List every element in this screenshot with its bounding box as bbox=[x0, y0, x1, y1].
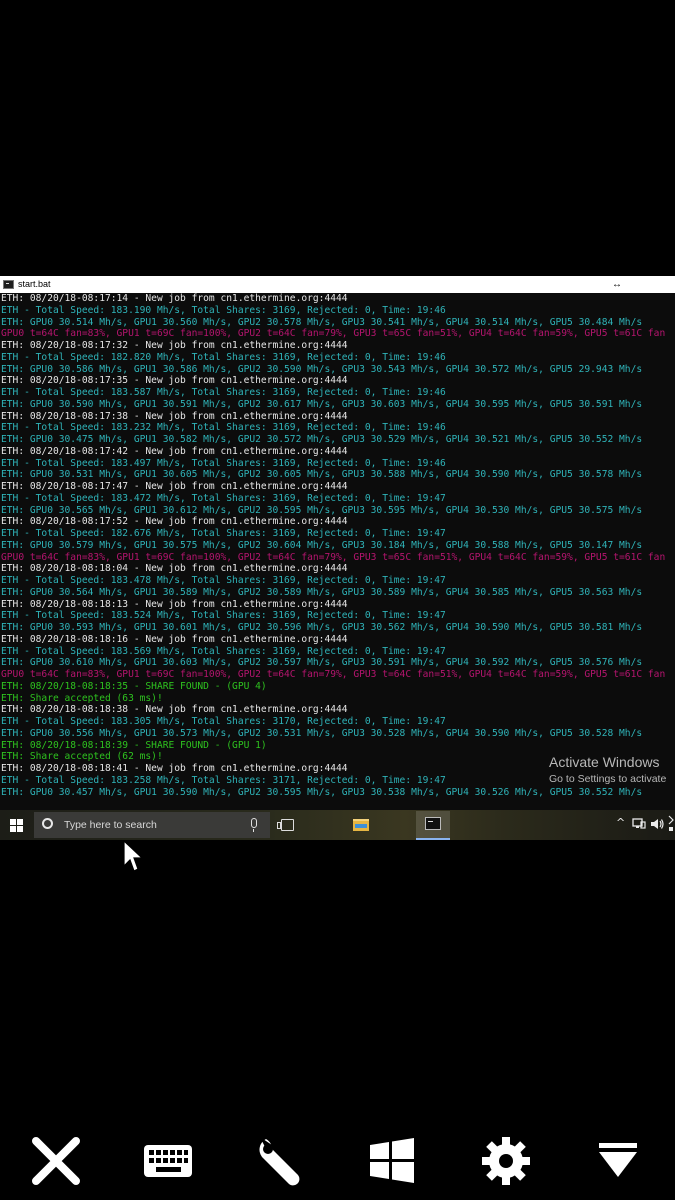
console-line: ETH - Total Speed: 183.569 Mh/s, Total S… bbox=[1, 645, 446, 657]
console-line: ETH: 08/20/18-08:17:38 - New job from cn… bbox=[1, 410, 348, 422]
search-box[interactable]: Type here to search bbox=[34, 812, 270, 838]
console-line: ETH: GPU0 30.593 Mh/s, GPU1 30.601 Mh/s,… bbox=[1, 622, 643, 633]
start-button[interactable] bbox=[10, 819, 23, 832]
volume-icon[interactable] bbox=[650, 818, 664, 830]
keyboard-icon[interactable] bbox=[140, 1133, 196, 1189]
console-line: ETH: GPU0 30.586 Mh/s, GPU1 30.586 Mh/s,… bbox=[1, 363, 643, 375]
console-line: ETH - Total Speed: 182.676 Mh/s, Total S… bbox=[1, 528, 446, 539]
microphone-icon[interactable] bbox=[251, 818, 257, 832]
console-line: GPU0 t=64C fan=83%, GPU1 t=69C fan=100%,… bbox=[1, 669, 666, 680]
windows-logo-icon bbox=[10, 819, 16, 825]
console-line: ETH: 08/20/18-08:18:16 - New job from cn… bbox=[1, 633, 348, 645]
console-line: ETH - Total Speed: 183.587 Mh/s, Total S… bbox=[1, 387, 446, 398]
window-title: start.bat bbox=[18, 279, 51, 289]
console-line: ETH: GPU0 30.457 Mh/s, GPU1 30.590 Mh/s,… bbox=[1, 786, 643, 798]
network-icon[interactable] bbox=[632, 818, 646, 830]
resize-icon: ↔ bbox=[612, 279, 622, 290]
file-explorer-button[interactable] bbox=[346, 812, 376, 840]
cmd-icon bbox=[3, 280, 14, 289]
watermark-title: Activate Windows bbox=[549, 754, 660, 770]
console-line: ETH: 08/20/18-08:18:04 - New job from cn… bbox=[1, 563, 348, 575]
cmd-taskbar-button[interactable] bbox=[416, 811, 450, 840]
console-line: ETH: 08/20/18-08:18:13 - New job from cn… bbox=[1, 598, 348, 610]
windows-logo-pane bbox=[10, 826, 16, 832]
console-line: ETH - Total Speed: 183.190 Mh/s, Total S… bbox=[1, 304, 446, 316]
wrench-icon[interactable] bbox=[252, 1133, 308, 1189]
console-line: ETH: 08/20/18-08:17:52 - New job from cn… bbox=[1, 516, 348, 528]
windows-icon[interactable] bbox=[364, 1133, 420, 1189]
cortana-icon bbox=[42, 818, 53, 829]
console-line: ETH: GPU0 30.610 Mh/s, GPU1 30.603 Mh/s,… bbox=[1, 657, 643, 669]
console-line: ETH: 08/20/18-08:17:42 - New job from cn… bbox=[1, 445, 348, 457]
search-placeholder: Type here to search bbox=[64, 819, 157, 831]
console-line: ETH: 08/20/18-08:17:47 - New job from cn… bbox=[1, 481, 348, 492]
console-line: ETH - Total Speed: 183.472 Mh/s, Total S… bbox=[1, 492, 446, 504]
taskbar: Type here to search ^ bbox=[0, 810, 675, 840]
console-line: ETH: GPU0 30.590 Mh/s, GPU1 30.591 Mh/s,… bbox=[1, 398, 643, 410]
console-line: ETH - Total Speed: 183.524 Mh/s, Total S… bbox=[1, 610, 446, 622]
folder-icon bbox=[353, 819, 369, 831]
console-line: ETH: 08/20/18-08:17:35 - New job from cn… bbox=[1, 375, 348, 387]
remote-toolbar bbox=[0, 1125, 675, 1195]
console-line: GPU0 t=64C fan=83%, GPU1 t=69C fan=100%,… bbox=[1, 551, 666, 563]
dropdown-icon[interactable] bbox=[590, 1133, 646, 1189]
watermark-subtitle: Go to Settings to activate bbox=[549, 773, 667, 785]
mouse-cursor-icon bbox=[123, 840, 144, 872]
close-icon[interactable] bbox=[28, 1133, 84, 1189]
console-line: ETH: 08/20/18-08:18:39 - SHARE FOUND - (… bbox=[1, 739, 267, 751]
console-line: ETH - Total Speed: 183.232 Mh/s, Total S… bbox=[1, 422, 446, 434]
gear-icon[interactable] bbox=[478, 1133, 534, 1189]
console-line: ETH: 08/20/18-08:17:32 - New job from cn… bbox=[1, 340, 348, 351]
console-output: ETH: 08/20/18-08:17:14 - New job from cn… bbox=[0, 293, 675, 810]
console-line: GPU0 t=64C fan=83%, GPU1 t=69C fan=100%,… bbox=[1, 328, 666, 340]
console-line: ETH: GPU0 30.556 Mh/s, GPU1 30.573 Mh/s,… bbox=[1, 727, 643, 739]
terminal-icon bbox=[425, 817, 441, 830]
action-center-icon[interactable] bbox=[668, 814, 675, 834]
console-line: ETH: GPU0 30.514 Mh/s, GPU1 30.560 Mh/s,… bbox=[1, 316, 643, 328]
console-line: ETH: 08/20/18-08:18:38 - New job from cn… bbox=[1, 704, 348, 716]
task-view-icon[interactable] bbox=[277, 819, 294, 831]
console-line: ETH: GPU0 30.531 Mh/s, GPU1 30.605 Mh/s,… bbox=[1, 469, 643, 481]
console-line: ETH - Total Speed: 183.305 Mh/s, Total S… bbox=[1, 716, 446, 727]
console-line: ETH - Total Speed: 182.820 Mh/s, Total S… bbox=[1, 351, 446, 363]
activation-watermark: Activate Windows Go to Settings to activ… bbox=[549, 754, 666, 786]
console-line: ETH: GPU0 30.564 Mh/s, GPU1 30.589 Mh/s,… bbox=[1, 586, 643, 598]
window-titlebar[interactable]: start.bat ↔ bbox=[0, 276, 675, 293]
console-line: ETH: 08/20/18-08:17:14 - New job from cn… bbox=[1, 293, 348, 304]
console-line: ETH: 08/20/18-08:18:35 - SHARE FOUND - (… bbox=[1, 680, 267, 692]
console-line: ETH: GPU0 30.565 Mh/s, GPU1 30.612 Mh/s,… bbox=[1, 504, 643, 516]
console-line: ETH: Share accepted (63 ms)! bbox=[1, 692, 163, 704]
console-line: ETH: GPU0 30.475 Mh/s, GPU1 30.582 Mh/s,… bbox=[1, 434, 643, 445]
console-window[interactable]: start.bat ↔ ETH: 08/20/18-08:17:14 - New… bbox=[0, 276, 675, 810]
windows-logo-pane bbox=[17, 826, 23, 832]
console-line: ETH - Total Speed: 183.478 Mh/s, Total S… bbox=[1, 575, 446, 586]
show-hidden-icons-chevron-icon[interactable]: ^ bbox=[616, 816, 625, 829]
console-line: ETH: GPU0 30.579 Mh/s, GPU1 30.575 Mh/s,… bbox=[1, 539, 643, 551]
console-line: ETH - Total Speed: 183.497 Mh/s, Total S… bbox=[1, 457, 446, 469]
windows-logo-pane bbox=[17, 819, 23, 825]
